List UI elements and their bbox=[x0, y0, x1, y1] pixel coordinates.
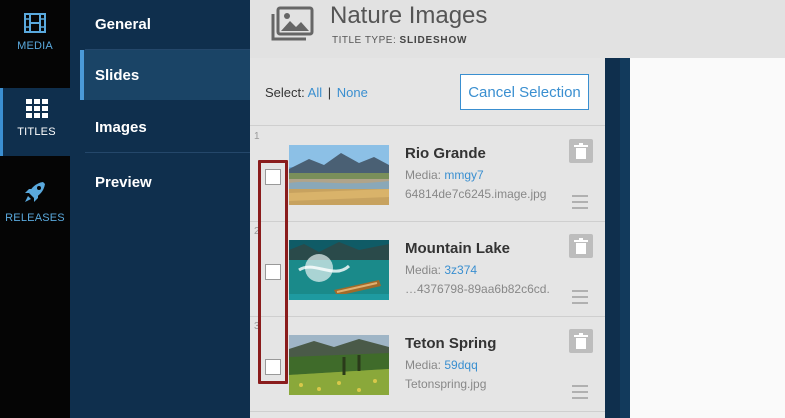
slide-row: 3 Teton Spring Media: 59dqq Tetonspring.… bbox=[250, 317, 605, 412]
slide-media: Media: mmgy7 bbox=[405, 168, 484, 182]
media-label: Media: bbox=[405, 263, 442, 277]
slide-checkbox[interactable] bbox=[265, 359, 281, 375]
slide-media: Media: 3z374 bbox=[405, 263, 477, 277]
slide-filename: Tetonspring.jpg bbox=[405, 377, 487, 391]
slide-name: Teton Spring bbox=[405, 335, 497, 352]
slide-row: 2 Mountain Lake Media: 3z374 …4376798-89… bbox=[250, 222, 605, 317]
delete-slide-button[interactable] bbox=[569, 234, 593, 258]
rail-item-media[interactable]: MEDIA bbox=[0, 12, 70, 72]
app-rail: MEDIA TITLES RELEASES bbox=[0, 0, 70, 418]
delete-slide-button[interactable] bbox=[569, 329, 593, 353]
delete-slide-button[interactable] bbox=[569, 139, 593, 163]
select-none-link[interactable]: None bbox=[337, 85, 368, 100]
slide-checkbox[interactable] bbox=[265, 169, 281, 185]
trash-icon bbox=[574, 143, 588, 159]
grid-icon bbox=[25, 99, 48, 118]
subnav-item-images[interactable]: Images bbox=[85, 103, 250, 153]
slide-number: 2 bbox=[254, 226, 260, 237]
preview-area bbox=[630, 58, 785, 418]
page-title: Nature Images bbox=[330, 2, 488, 29]
slide-row: 1 Rio Grande Media: mmgy7 64814de7c6245.… bbox=[250, 127, 605, 222]
drag-handle-icon[interactable] bbox=[572, 195, 588, 209]
slide-filename: …4376798-89aa6b82c6cd. bbox=[405, 282, 550, 296]
slide-thumbnail bbox=[289, 335, 389, 395]
slide-number: 1 bbox=[254, 131, 260, 142]
rocket-icon bbox=[25, 182, 45, 202]
slide-checkbox[interactable] bbox=[265, 264, 281, 280]
slide-filename: 64814de7c6245.image.jpg bbox=[405, 187, 547, 201]
slides-panel: Select: All | None Cancel Selection 1 Ri… bbox=[250, 58, 605, 418]
page-header: Nature Images TITLE TYPE: SLIDESHOW bbox=[250, 0, 785, 58]
slide-name: Rio Grande bbox=[405, 145, 486, 162]
selection-bar: Select: All | None Cancel Selection bbox=[250, 58, 605, 126]
drag-handle-icon[interactable] bbox=[572, 385, 588, 399]
select-separator: | bbox=[327, 85, 332, 100]
rail-item-titles[interactable]: TITLES bbox=[0, 88, 70, 156]
title-type: TITLE TYPE: SLIDESHOW bbox=[332, 35, 467, 46]
film-icon bbox=[24, 13, 46, 33]
preview-divider bbox=[605, 58, 630, 418]
rail-item-label: TITLES bbox=[17, 126, 56, 138]
trash-icon bbox=[574, 333, 588, 349]
select-all-link[interactable]: All bbox=[308, 85, 322, 100]
trash-icon bbox=[574, 238, 588, 254]
drag-handle-icon[interactable] bbox=[572, 290, 588, 304]
rail-item-releases[interactable]: RELEASES bbox=[0, 180, 70, 240]
subnav-item-preview[interactable]: Preview bbox=[85, 157, 250, 207]
select-label: Select: bbox=[265, 85, 305, 100]
rail-item-label: RELEASES bbox=[5, 212, 65, 224]
subnav-item-slides[interactable]: Slides bbox=[80, 50, 250, 100]
media-label: Media: bbox=[405, 358, 442, 372]
slide-thumbnail bbox=[289, 145, 389, 205]
title-subnav: General Slides Images Preview bbox=[70, 0, 250, 418]
media-label: Media: bbox=[405, 168, 442, 182]
slide-name: Mountain Lake bbox=[405, 240, 511, 257]
cancel-selection-button[interactable]: Cancel Selection bbox=[460, 74, 589, 110]
media-link[interactable]: 3z374 bbox=[444, 263, 477, 277]
media-link[interactable]: 59dqq bbox=[444, 358, 477, 372]
subnav-item-general[interactable]: General bbox=[85, 0, 250, 50]
slide-thumbnail bbox=[289, 240, 389, 300]
title-type-value: SLIDESHOW bbox=[399, 35, 468, 46]
select-controls: Select: All | None bbox=[265, 85, 368, 100]
slide-media: Media: 59dqq bbox=[405, 358, 478, 372]
images-icon bbox=[271, 6, 314, 41]
title-type-label: TITLE TYPE: bbox=[332, 35, 397, 46]
rail-item-label: MEDIA bbox=[17, 40, 53, 52]
slide-number: 3 bbox=[254, 321, 260, 332]
media-link[interactable]: mmgy7 bbox=[444, 168, 483, 182]
